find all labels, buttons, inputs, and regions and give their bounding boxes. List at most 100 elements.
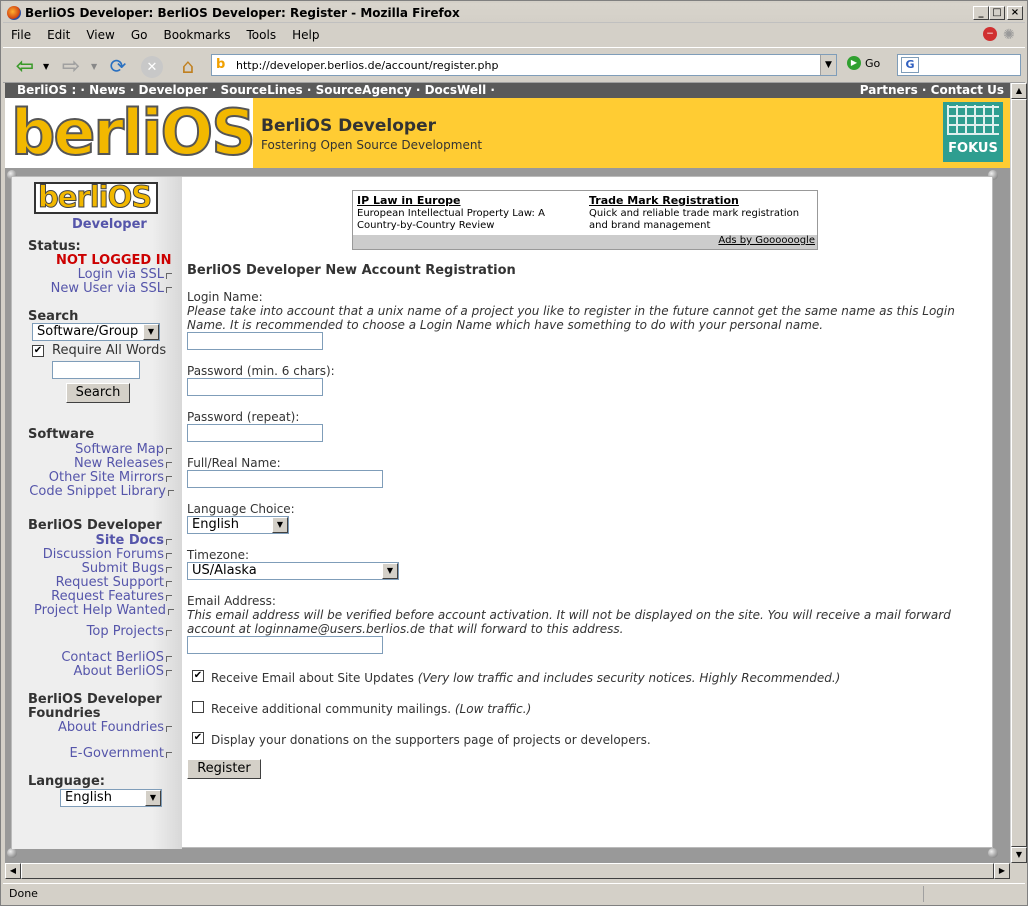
back-icon[interactable]: ⇦ <box>11 54 39 79</box>
menu-tools[interactable]: Tools <box>239 28 285 42</box>
request-support-link[interactable]: Request Support <box>56 575 172 590</box>
status-bar: Done <box>3 883 1025 903</box>
fokus-label: FOKUS <box>948 141 998 156</box>
discussion-forums-link[interactable]: Discussion Forums <box>43 547 172 562</box>
sidebar-search-input[interactable] <box>52 361 140 379</box>
other-mirrors-link[interactable]: Other Site Mirrors <box>49 470 172 485</box>
menu-go[interactable]: Go <box>123 28 156 42</box>
language-choice-value: English <box>192 517 239 532</box>
code-snippet-link[interactable]: Code Snippet Library <box>29 484 174 499</box>
menu-file[interactable]: File <box>3 28 39 42</box>
menu-bookmarks[interactable]: Bookmarks <box>155 28 238 42</box>
ads-by-google-link[interactable]: Ads by Goooooogle <box>353 235 817 249</box>
site-updates-note: (Very low traffic and includes security … <box>417 671 841 685</box>
about-berlios-link[interactable]: About BerliOS <box>73 664 172 679</box>
title-bar: BerliOS Developer: BerliOS Developer: Re… <box>3 3 1025 23</box>
page-title: BerliOS Developer New Account Registrati… <box>187 263 516 278</box>
maximize-button[interactable]: □ <box>989 6 1005 20</box>
submit-bugs-link[interactable]: Submit Bugs <box>82 561 172 576</box>
top-projects-link[interactable]: Top Projects <box>87 624 172 639</box>
register-button[interactable]: Register <box>187 759 261 779</box>
go-icon: ▶ <box>847 56 861 70</box>
berlios-logo[interactable]: berliOS <box>5 95 257 170</box>
search-scope-select[interactable]: Software/Group ▼ <box>32 323 160 341</box>
scroll-down-icon[interactable]: ▼ <box>1011 847 1027 863</box>
forward-icon[interactable]: ⇨ <box>57 54 85 79</box>
contact-berlios-link[interactable]: Contact BerliOS <box>61 650 172 665</box>
ad-trademark-text: Quick and reliable trade mark registrati… <box>589 208 800 231</box>
search-engine-box[interactable]: G <box>897 54 1021 76</box>
menu-view[interactable]: View <box>78 28 122 42</box>
vertical-scrollbar[interactable]: ▲ ▼ <box>1010 83 1027 863</box>
software-heading: Software <box>28 427 95 442</box>
new-user-ssl-link[interactable]: New User via SSL <box>51 281 172 296</box>
top-nav-right-links[interactable]: Partners · Contact Us <box>860 83 1004 98</box>
scroll-left-icon[interactable]: ◀ <box>5 863 21 879</box>
ad-trademark[interactable]: Trade Mark Registration Quick and reliab… <box>589 195 805 232</box>
horizontal-scrollbar[interactable]: ◀ ▶ <box>5 863 1010 879</box>
timezone-select[interactable]: US/Alaska ▼ <box>187 562 399 580</box>
go-button[interactable]: ▶ Go <box>847 56 880 70</box>
email-input[interactable] <box>187 636 383 654</box>
password-input[interactable] <box>187 378 323 396</box>
sidebar-language-select[interactable]: English ▼ <box>60 789 162 807</box>
real-name-input[interactable] <box>187 470 383 488</box>
about-foundries-link[interactable]: About Foundries <box>58 720 172 735</box>
software-map-link[interactable]: Software Map <box>75 442 172 457</box>
forward-dropdown-icon[interactable]: ▼ <box>91 62 97 71</box>
new-releases-link[interactable]: New Releases <box>74 456 172 471</box>
site-docs-link[interactable]: Site Docs <box>95 533 172 548</box>
menu-help[interactable]: Help <box>284 28 327 42</box>
chevron-down-icon: ▼ <box>382 563 398 579</box>
sidebar-logo[interactable]: berliOS <box>34 180 158 215</box>
page-viewport: BerliOS : · News · Developer · SourceLin… <box>5 83 1010 863</box>
sidebar-search-button[interactable]: Search <box>66 383 130 403</box>
navigation-toolbar: ⇦ ▼ ⇨ ▼ ⟳ ✕ ⌂ b http://developer.berlios… <box>3 47 1025 83</box>
vertical-scroll-thumb[interactable] <box>1011 99 1027 847</box>
go-label: Go <box>865 56 881 70</box>
sidebar: berliOS Developer Status: NOT LOGGED IN … <box>12 177 182 849</box>
community-mailings-label: Receive additional community mailings. (… <box>211 702 531 716</box>
logo-text: berliOS <box>10 95 257 170</box>
close-button[interactable]: × <box>1007 6 1023 20</box>
scroll-up-icon[interactable]: ▲ <box>1011 83 1027 99</box>
throbber-icon: ✺ <box>1003 27 1015 43</box>
require-all-checkbox[interactable]: ✔ <box>32 345 44 357</box>
stop-icon[interactable]: ✕ <box>141 56 163 78</box>
login-name-input[interactable] <box>187 332 323 350</box>
foundries-heading-2: Foundries <box>28 706 101 721</box>
fokus-grid-icon <box>947 105 999 135</box>
rivet-icon <box>988 848 998 858</box>
site-updates-checkbox[interactable]: ✔ <box>192 670 204 682</box>
url-dropdown-icon[interactable]: ▼ <box>820 55 836 75</box>
password-repeat-input[interactable] <box>187 424 323 442</box>
project-help-wanted-link[interactable]: Project Help Wanted <box>34 603 174 618</box>
ad-ip-law-title[interactable]: IP Law in Europe <box>357 195 573 207</box>
status-heading: Status: <box>28 239 81 254</box>
scroll-right-icon[interactable]: ▶ <box>994 863 1010 879</box>
minimize-button[interactable]: _ <box>973 6 989 20</box>
reload-icon[interactable]: ⟳ <box>105 54 131 78</box>
community-mailings-checkbox[interactable] <box>192 701 204 713</box>
horizontal-scroll-thumb[interactable] <box>21 863 994 879</box>
menu-edit[interactable]: Edit <box>39 28 78 42</box>
site-title: BerliOS Developer <box>261 116 436 136</box>
google-icon[interactable]: G <box>901 57 919 73</box>
login-ssl-link[interactable]: Login via SSL <box>78 267 172 282</box>
fokus-logo[interactable]: FOKUS <box>943 102 1003 162</box>
ad-trademark-title[interactable]: Trade Mark Registration <box>589 195 805 207</box>
content-area: berliOS Developer Status: NOT LOGGED IN … <box>11 176 993 849</box>
chevron-down-icon: ▼ <box>145 790 161 806</box>
home-icon[interactable]: ⌂ <box>175 54 201 78</box>
request-features-link[interactable]: Request Features <box>51 589 172 604</box>
ad-ip-law[interactable]: IP Law in Europe European Intellectual P… <box>357 195 573 232</box>
display-donations-checkbox[interactable]: ✔ <box>192 732 204 744</box>
url-bar[interactable]: b http://developer.berlios.de/account/re… <box>211 54 837 76</box>
sidebar-developer-link[interactable]: Developer <box>72 217 147 232</box>
back-dropdown-icon[interactable]: ▼ <box>43 62 49 71</box>
language-heading: Language: <box>28 774 105 789</box>
e-government-link[interactable]: E-Government <box>70 746 172 761</box>
site-favicon-icon: b <box>216 57 226 72</box>
language-choice-select[interactable]: English ▼ <box>187 516 289 534</box>
password-label: Password (min. 6 chars): <box>187 364 335 378</box>
